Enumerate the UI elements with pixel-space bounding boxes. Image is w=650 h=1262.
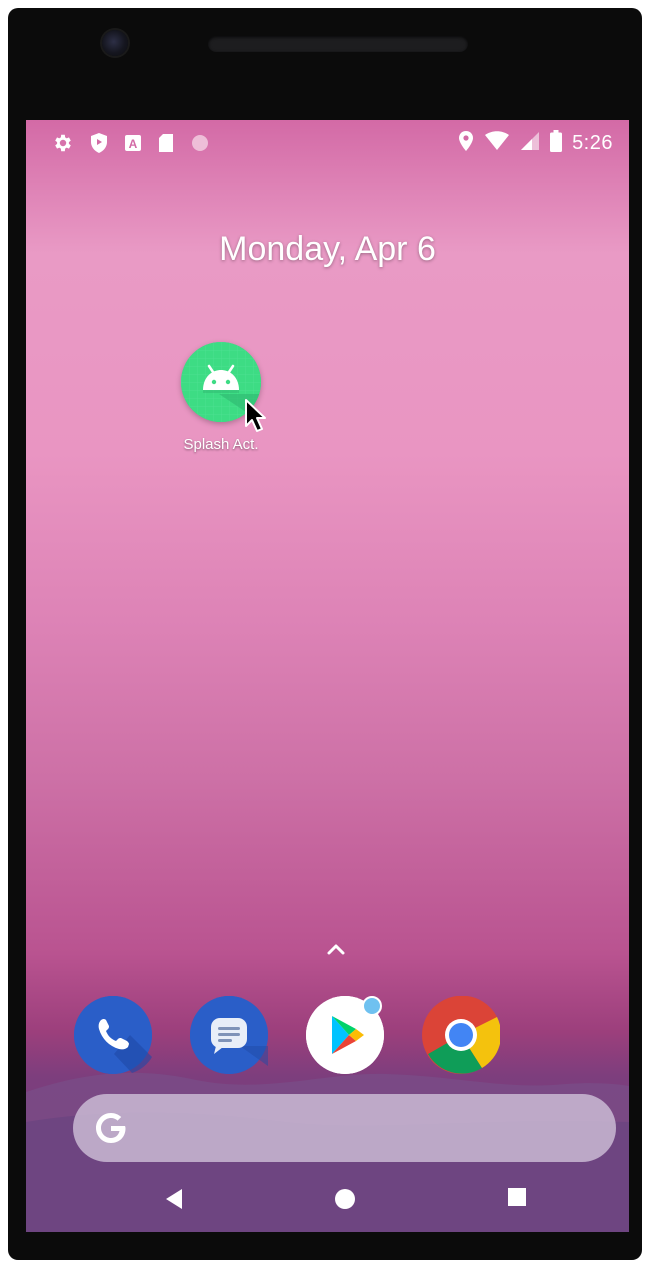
- cell-signal-icon: [520, 131, 540, 156]
- chrome-icon[interactable]: [422, 995, 502, 1074]
- favorites-dock: [26, 990, 629, 1080]
- home-icon[interactable]: [332, 1186, 358, 1217]
- status-bar: A 5:26: [26, 120, 629, 164]
- earpiece-speaker: [208, 36, 468, 52]
- recents-icon[interactable]: [506, 1186, 528, 1213]
- mouse-pointer-icon: [244, 398, 270, 439]
- home-screen[interactable]: A 5:26 Monday, Apr 6 Splash Act.: [26, 120, 629, 1232]
- front-camera: [102, 30, 128, 56]
- settings-icon: [52, 132, 74, 159]
- wifi-icon: [484, 131, 510, 156]
- play-store-icon[interactable]: [306, 996, 384, 1074]
- google-search-bar[interactable]: [73, 1094, 616, 1162]
- messages-icon[interactable]: [190, 996, 268, 1074]
- back-icon[interactable]: [162, 1186, 186, 1217]
- circle-notification-icon: [190, 133, 210, 158]
- battery-icon: [550, 130, 563, 157]
- app-drawer-chevron-up-icon[interactable]: [326, 942, 346, 961]
- status-left-icons: A: [52, 132, 210, 159]
- a-badge-icon: A: [124, 134, 142, 157]
- google-g-icon: [91, 1108, 131, 1153]
- date-widget[interactable]: Monday, Apr 6: [26, 230, 629, 269]
- status-time: 5:26: [572, 132, 613, 154]
- navigation-bar: [26, 1170, 629, 1232]
- phone-icon[interactable]: [74, 996, 152, 1074]
- location-pin-icon: [458, 130, 474, 157]
- shield-icon: [90, 132, 108, 159]
- sd-card-icon: [158, 133, 174, 158]
- svg-text:A: A: [129, 137, 138, 151]
- status-right-icons: 5:26: [458, 130, 613, 157]
- phone-device-frame: A 5:26 Monday, Apr 6 Splash Act.: [8, 8, 642, 1260]
